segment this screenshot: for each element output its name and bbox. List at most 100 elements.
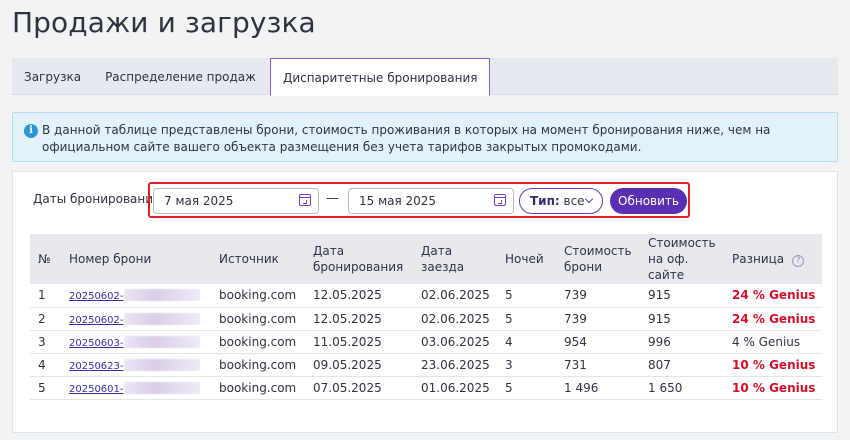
cell-checkin: 23.06.2025	[413, 353, 497, 377]
cell-booking: 20250602-	[61, 307, 211, 331]
cell-site-price: 807	[640, 353, 724, 377]
redacted-booking-suffix	[123, 312, 200, 325]
cell-price: 1 496	[556, 376, 640, 400]
col-diff-label: Разница	[732, 252, 785, 266]
cell-nights: 5	[497, 307, 556, 331]
booking-number: 20250602-	[69, 291, 124, 303]
cell-checkin: 03.06.2025	[413, 330, 497, 354]
date-to-value: 15 мая 2025	[359, 194, 437, 208]
cell-diff: 10 % Genius	[724, 376, 822, 400]
cell-booking-date: 11.05.2025	[305, 330, 413, 354]
cell-site-price: 1 650	[640, 376, 724, 400]
cell-diff: 4 % Genius	[724, 330, 822, 354]
tab-disparity-bookings[interactable]: Диспаритетные бронирования	[269, 58, 491, 96]
info-text: В данной таблице представлены брони, сто…	[42, 123, 771, 154]
cell-price: 954	[556, 330, 640, 354]
page-title: Продажи и загрузка	[12, 6, 316, 39]
col-num: №	[38, 252, 51, 266]
booking-number: 20250603-	[69, 337, 124, 349]
redacted-booking-suffix	[123, 289, 200, 302]
calendar-icon[interactable]	[299, 194, 311, 206]
cell-checkin: 02.06.2025	[413, 307, 497, 331]
col-price: Стоимость брони	[564, 244, 632, 274]
help-icon[interactable]: ?	[792, 255, 805, 267]
redacted-booking-suffix	[123, 358, 200, 371]
cell-booking-date: 07.05.2025	[305, 376, 413, 400]
refresh-button[interactable]: Обновить	[610, 188, 687, 214]
booking-dates-label: Даты бронирования	[33, 192, 161, 206]
date-from-value: 7 мая 2025	[164, 194, 234, 208]
chevron-down-icon	[584, 194, 594, 204]
cell-diff: 24 % Genius	[724, 284, 822, 308]
redacted-booking-suffix	[123, 381, 200, 394]
cell-site-price: 915	[640, 284, 724, 308]
info-icon: i	[24, 124, 38, 138]
col-booking-date: Дата бронирования	[313, 244, 404, 274]
table-row: 1 20250602- booking.com 12.05.2025 02.06.202…	[30, 284, 822, 308]
booking-number: 20250623-	[69, 360, 124, 372]
table-row: 5 20250601- booking.com 07.05.2025 01.06.202…	[30, 376, 822, 400]
table-header-row: № Номер брони Источник Дата бронирования…	[30, 234, 822, 284]
cell-booking-date: 12.05.2025	[305, 284, 413, 308]
calendar-icon[interactable]	[494, 194, 506, 206]
cell-booking: 20250602-	[61, 284, 211, 308]
date-to-input[interactable]: 15 мая 2025	[348, 188, 514, 214]
cell-source: booking.com	[211, 330, 305, 354]
cell-booking-date: 12.05.2025	[305, 307, 413, 331]
cell-site-price: 996	[640, 330, 724, 354]
cell-checkin: 02.06.2025	[413, 284, 497, 308]
cell-booking: 20250601-	[61, 376, 211, 400]
redacted-booking-suffix	[123, 335, 200, 348]
type-value: все	[563, 194, 585, 208]
cell-price: 739	[556, 307, 640, 331]
cell-source: booking.com	[211, 376, 305, 400]
booking-link[interactable]: 20250601-	[69, 381, 200, 395]
cell-booking: 20250603-	[61, 330, 211, 354]
cell-num: 4	[30, 353, 61, 377]
cell-diff: 10 % Genius	[724, 353, 822, 377]
cell-source: booking.com	[211, 353, 305, 377]
cell-price: 731	[556, 353, 640, 377]
cell-price: 739	[556, 284, 640, 308]
cell-source: booking.com	[211, 307, 305, 331]
cell-source: booking.com	[211, 284, 305, 308]
booking-link[interactable]: 20250623-	[69, 358, 200, 372]
table-row: 3 20250603- booking.com 11.05.2025 03.06.202…	[30, 330, 822, 354]
col-diff: Разница?	[724, 234, 822, 284]
col-source: Источник	[219, 252, 279, 266]
cell-nights: 4	[497, 330, 556, 354]
tab-occupancy[interactable]: Загрузка	[12, 58, 93, 94]
table-row: 4 20250623- booking.com 09.05.2025 23.06.202…	[30, 353, 822, 377]
disparity-panel: Даты бронирования 7 мая 2025 — 15 мая 20…	[12, 171, 838, 433]
cell-diff: 24 % Genius	[724, 307, 822, 331]
cell-num: 2	[30, 307, 61, 331]
disparity-table: № Номер брони Источник Дата бронирования…	[30, 234, 822, 400]
col-checkin: Дата заезда	[421, 244, 465, 274]
cell-nights: 3	[497, 353, 556, 377]
cell-nights: 5	[497, 284, 556, 308]
tab-bar: Загрузка Распределение продаж Диспаритет…	[12, 58, 838, 96]
cell-site-price: 915	[640, 307, 724, 331]
col-booking: Номер брони	[69, 252, 152, 266]
cell-nights: 5	[497, 376, 556, 400]
booking-number: 20250601-	[69, 383, 124, 395]
cell-num: 5	[30, 376, 61, 400]
type-label: Тип:	[530, 194, 560, 208]
booking-link[interactable]: 20250602-	[69, 289, 200, 303]
tab-sales-distribution[interactable]: Распределение продаж	[93, 58, 268, 94]
type-dropdown[interactable]: Тип: все	[519, 188, 603, 214]
info-banner: i В данной таблице представлены брони, с…	[12, 112, 838, 162]
date-separator: —	[326, 191, 339, 206]
table-row: 2 20250602- booking.com 12.05.2025 02.06.202…	[30, 307, 822, 331]
cell-num: 1	[30, 284, 61, 308]
booking-number: 20250602-	[69, 314, 124, 326]
cell-num: 3	[30, 330, 61, 354]
col-site-price: Стоимость на оф. сайте	[648, 236, 716, 282]
col-nights: Ночей	[505, 252, 544, 266]
cell-checkin: 01.06.2025	[413, 376, 497, 400]
date-from-input[interactable]: 7 мая 2025	[153, 188, 319, 214]
booking-link[interactable]: 20250603-	[69, 335, 200, 349]
cell-booking-date: 09.05.2025	[305, 353, 413, 377]
cell-booking: 20250623-	[61, 353, 211, 377]
booking-link[interactable]: 20250602-	[69, 312, 200, 326]
